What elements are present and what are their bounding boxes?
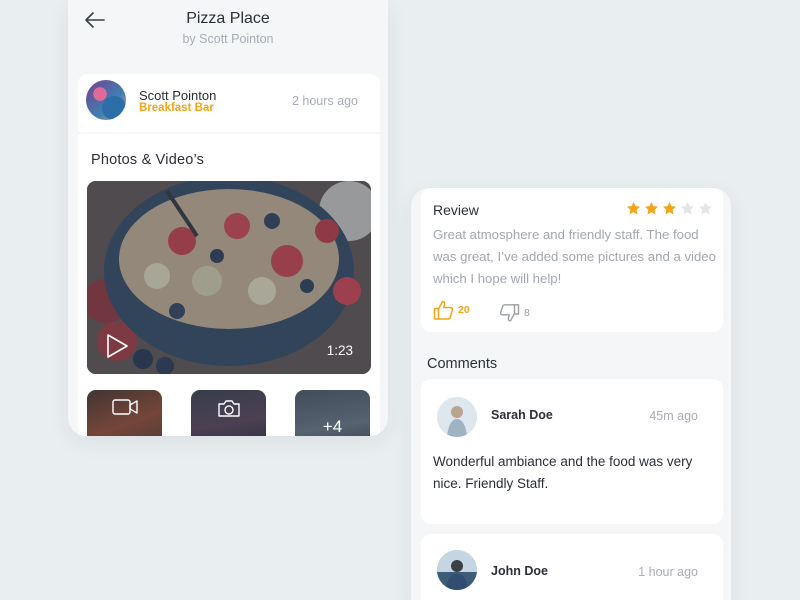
camera-icon xyxy=(217,400,240,417)
venue-name[interactable]: Breakfast Bar xyxy=(139,102,214,114)
more-media-count: +4 xyxy=(322,417,343,436)
star-icon xyxy=(698,201,713,215)
video-duration: 1:23 xyxy=(326,343,353,358)
commenter-name[interactable]: John Doe xyxy=(491,564,548,578)
dislike-button[interactable]: 8 xyxy=(499,304,530,322)
comment-card: John Doe 1 hour ago xyxy=(421,534,723,600)
author-name[interactable]: Scott Pointon xyxy=(139,88,216,103)
media-heading: Photos & Video’s xyxy=(91,152,205,168)
thumbs-up-icon xyxy=(433,300,454,320)
avatar[interactable] xyxy=(437,550,477,590)
comment-timestamp: 45m ago xyxy=(649,409,698,423)
comment-card: Sarah Doe 45m ago Wonderful ambiance and… xyxy=(421,379,723,524)
star-icon xyxy=(680,201,695,215)
video-camera-icon xyxy=(111,399,138,415)
media-section: Photos & Video’s 1:23 +4 xyxy=(78,134,380,436)
comment-text: Wonderful ambiance and the food was very… xyxy=(433,454,693,491)
post-author-card[interactable]: Scott Pointon Breakfast Bar 2 hours ago xyxy=(78,74,380,132)
thumbs-down-icon xyxy=(499,304,520,322)
star-icon xyxy=(662,201,677,215)
main-video[interactable]: 1:23 xyxy=(87,181,371,374)
star-icon xyxy=(644,201,659,215)
review-title: Review xyxy=(433,202,479,218)
review-text: Great atmosphere and friendly staff. The… xyxy=(433,227,716,286)
like-count: 20 xyxy=(458,304,470,316)
commenter-name[interactable]: Sarah Doe xyxy=(491,408,553,422)
star-rating xyxy=(626,201,713,216)
person-photo xyxy=(437,397,477,437)
place-detail-screen: Pizza Place by Scott Pointon Scott Point… xyxy=(68,0,388,436)
avatar[interactable] xyxy=(86,80,126,120)
review-card: Review Great atmosphere and friendly sta… xyxy=(421,188,723,332)
page-title: Pizza Place xyxy=(186,10,270,27)
comment-timestamp: 1 hour ago xyxy=(638,565,698,579)
app-header: Pizza Place by Scott Pointon xyxy=(68,0,388,66)
dislike-count: 8 xyxy=(524,307,530,319)
star-icon xyxy=(626,201,641,215)
page-subtitle: by Scott Pointon xyxy=(182,32,274,46)
more-media-thumbnail[interactable]: +4 xyxy=(295,390,370,436)
avatar[interactable] xyxy=(437,397,477,437)
like-button[interactable]: 20 xyxy=(433,300,470,320)
video-thumbnail[interactable] xyxy=(87,390,162,436)
post-timestamp: 2 hours ago xyxy=(291,94,358,108)
play-icon[interactable] xyxy=(105,333,129,359)
photo-thumbnail[interactable] xyxy=(191,390,266,436)
review-screen: Review Great atmosphere and friendly sta… xyxy=(411,188,731,600)
person-photo xyxy=(437,550,477,590)
comments-heading: Comments xyxy=(427,356,498,372)
